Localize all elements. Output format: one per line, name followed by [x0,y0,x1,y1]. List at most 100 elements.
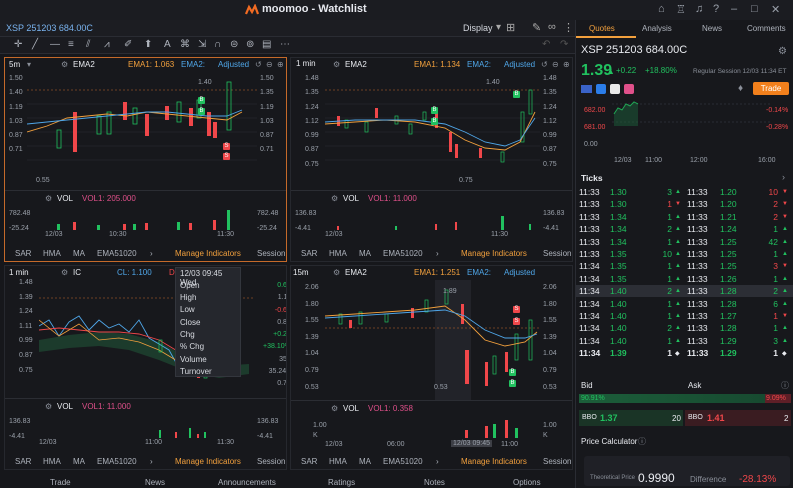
candlestick-chart[interactable] [325,72,540,187]
arrow-tool-icon[interactable]: ⬆ [144,39,152,50]
trash-icon[interactable]: ▤ [262,39,271,50]
adjusted-label[interactable]: Adjusted [504,60,535,69]
tab-sar[interactable]: SAR [301,457,317,466]
manage-indicators-link[interactable]: Manage Indicators [461,249,527,258]
buy-signal-badge[interactable]: B [431,118,438,125]
tab-news[interactable]: News [702,24,722,33]
dropdown-icon[interactable]: ▾ [27,60,31,69]
chart-pane-1min-ic[interactable]: 1 min ⚙ IC CL: 1.100 DL 1.481.391.241.11… [4,265,287,470]
buy-signal-badge[interactable]: B [198,97,205,104]
chart-symbol[interactable]: XSP 251203 684.00C [6,23,93,33]
brush-tool-icon[interactable]: ✐ [124,39,132,50]
edit-icon[interactable]: ✎ [532,21,541,34]
nav-notes[interactable]: Notes [424,478,445,487]
chevron-right-icon[interactable]: › [150,457,153,466]
zoom-out-icon[interactable]: ⊖ [552,60,559,69]
info-icon[interactable]: ⓘ [781,380,789,391]
buy-signal-badge[interactable]: B [509,380,516,387]
vol-settings-icon[interactable]: ⚙ [331,194,338,203]
indicator-name[interactable]: EMA2 [345,268,367,277]
vol-label[interactable]: VOL [343,404,359,413]
tab-ma[interactable]: MA [359,457,371,466]
line-tool-icon[interactable]: ╱ [32,39,38,50]
maximize-icon[interactable]: □ [751,3,758,15]
fib-tool-icon[interactable]: ≡ [68,39,74,50]
indicator-name[interactable]: IC [73,268,81,277]
tab-analysis[interactable]: Analysis [642,24,672,33]
info-icon[interactable]: ⓘ [638,436,646,447]
chevron-right-icon[interactable]: › [150,249,153,258]
tab-hma[interactable]: HMA [43,249,61,258]
vol-settings-icon[interactable]: ⚙ [45,194,52,203]
eye-icon[interactable]: ⊚ [246,39,254,50]
link-icon[interactable]: ∞ [548,21,556,33]
buy-signal-badge[interactable]: B [513,91,520,98]
tab-hma[interactable]: HMA [329,457,347,466]
settings-icon[interactable]: ⚙ [61,60,68,69]
text-tool-icon[interactable]: A [164,39,171,50]
buy-signal-badge[interactable]: B [431,107,438,114]
sell-signal-badge[interactable]: S [513,306,520,313]
mini-chart[interactable] [612,96,772,154]
shirt-icon[interactable]: ♖ [676,3,686,16]
tab-hma[interactable]: HMA [43,457,61,466]
help-icon[interactable]: ? [713,3,719,15]
chevron-right-icon[interactable]: › [436,457,439,466]
undo-icon[interactable]: ↶ [542,39,550,50]
session-button[interactable]: Session [257,457,285,466]
manage-indicators-link[interactable]: Manage Indicators [461,457,527,466]
redo-icon[interactable]: ↷ [560,39,568,50]
manage-indicators-link[interactable]: Manage Indicators [175,249,241,258]
chevron-right-icon[interactable]: › [436,249,439,258]
interval-label[interactable]: 1 min [296,59,316,68]
vol-settings-icon[interactable]: ⚙ [331,404,338,413]
tab-ema51020[interactable]: EMA51020 [383,249,423,258]
minimize-icon[interactable]: – [731,3,737,15]
tab-comments[interactable]: Comments [747,24,786,33]
interval-label[interactable]: 5m [9,60,20,69]
tab-ma[interactable]: MA [73,249,85,258]
favorite-icon[interactable] [624,84,634,94]
tab-ma[interactable]: MA [73,457,85,466]
sell-signal-badge[interactable]: S [223,153,230,160]
crosshair-icon[interactable]: ✛ [14,39,22,50]
more-icon[interactable]: ⋮ [563,21,574,34]
zoom-in-icon[interactable]: ⊕ [277,60,284,69]
display-dropdown[interactable]: Display [463,23,493,33]
nav-news[interactable]: News [145,478,165,487]
chart-pane-15m[interactable]: 15m ⚙ EMA2 EMA1: 1.251 EMA2: Adjusted 2.… [290,265,573,470]
bell-alert-icon[interactable]: ♦ [738,83,743,94]
hline-tool-icon[interactable]: — [50,39,60,50]
buy-signal-badge[interactable]: B [509,369,516,376]
zoom-tool-icon[interactable]: ⇲ [198,39,206,50]
settings-icon[interactable]: ⚙ [61,268,68,277]
settings-icon[interactable]: ⚙ [333,60,340,69]
lock-icon[interactable]: ⊜ [230,39,238,50]
vol-label[interactable]: VOL [57,194,73,203]
close-icon[interactable]: ✕ [771,3,780,16]
magnet-icon[interactable]: ∩ [214,39,221,50]
trade-button[interactable]: Trade [753,82,789,95]
chevron-right-icon[interactable]: › [782,172,785,182]
tab-sar[interactable]: SAR [301,249,317,258]
tab-ema51020[interactable]: EMA51020 [97,249,137,258]
lightning-icon[interactable] [610,84,620,94]
nav-announcements[interactable]: Announcements [218,478,276,487]
indicator-name[interactable]: EMA2 [73,60,95,69]
nav-trade[interactable]: Trade [50,478,71,487]
nav-options[interactable]: Options [513,478,541,487]
pattern-tool-icon[interactable]: ⩘ [104,39,110,50]
vol-label[interactable]: VOL [57,402,73,411]
tab-ema51020[interactable]: EMA51020 [383,457,423,466]
sell-signal-badge[interactable]: S [513,318,520,325]
adjusted-label[interactable]: Adjusted [504,268,535,277]
session-button[interactable]: Session [543,457,571,466]
tab-quotes[interactable]: Quotes [589,24,615,33]
channel-tool-icon[interactable]: ⫽ [86,39,90,50]
settings-icon[interactable]: ⚙ [778,46,787,57]
settings-icon[interactable]: ⚙ [333,268,340,277]
app-icon[interactable] [596,84,606,94]
interval-label[interactable]: 15m [293,268,309,277]
zoom-out-icon[interactable]: ⊖ [266,60,273,69]
session-button[interactable]: Session [543,249,571,258]
